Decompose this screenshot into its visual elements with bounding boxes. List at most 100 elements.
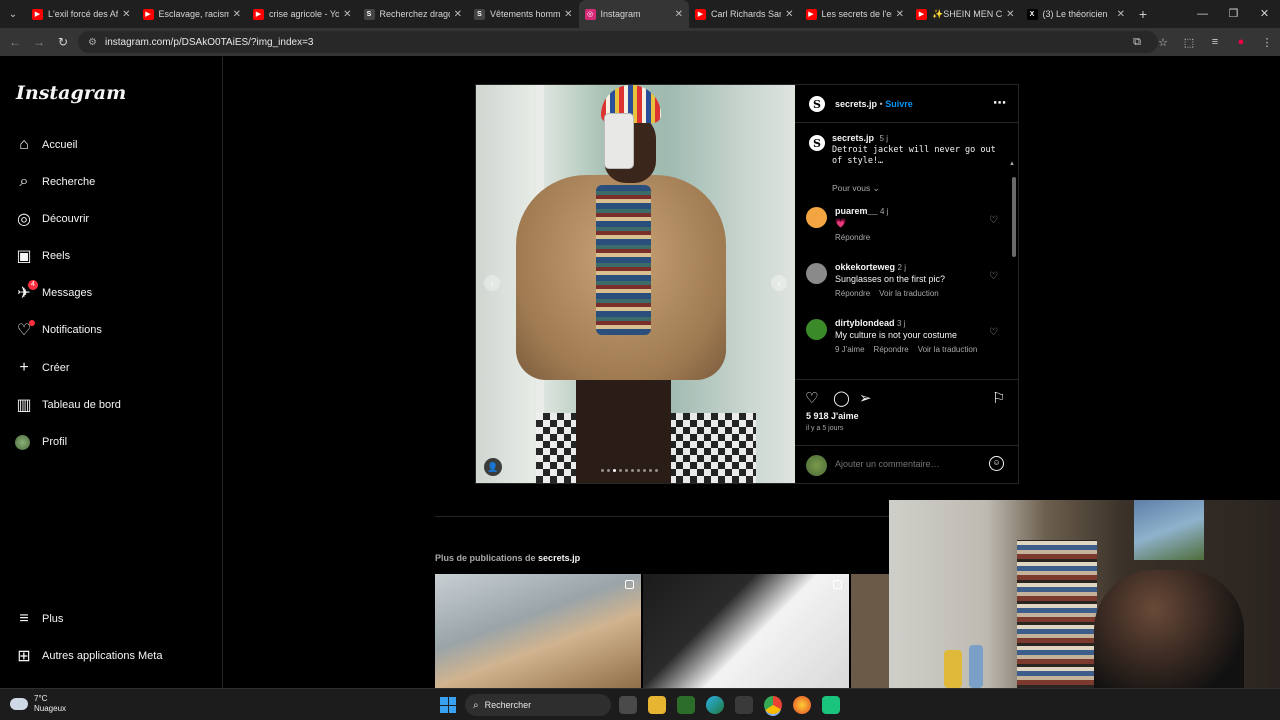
browser-tab[interactable]: ▶ Carl Richards Sam ✕ xyxy=(689,0,800,28)
comment-action-link[interactable]: Voir la traduction xyxy=(879,289,939,298)
file-explorer-icon[interactable] xyxy=(648,696,666,714)
pour-vous-dropdown[interactable]: Pour vous ⌄ xyxy=(832,183,880,194)
author-avatar[interactable]: S xyxy=(809,96,825,112)
comments-scrollbar[interactable]: ▲ ▼ xyxy=(1009,161,1016,379)
more-post-thumbnail[interactable] xyxy=(851,574,891,688)
sidebar-item[interactable]: ⊞ Autres applications Meta xyxy=(15,644,162,668)
comment-avatar[interactable] xyxy=(806,207,827,228)
edge-icon[interactable] xyxy=(706,696,724,714)
weather-widget[interactable]: 7°C Nuageux xyxy=(10,694,66,714)
more-posts-username[interactable]: secrets.jp xyxy=(538,553,580,563)
xbox-icon[interactable] xyxy=(677,696,695,714)
task-view-icon[interactable] xyxy=(619,696,637,714)
caption-username[interactable]: secrets.jp xyxy=(832,133,874,143)
url-bar[interactable]: ⚙ instagram.com/p/DSAkO0TAiES/?img_index… xyxy=(78,31,1158,53)
browser-tab[interactable]: ▶ ✨SHEIN MEN C ✕ xyxy=(910,0,1021,28)
carousel-next-button[interactable]: › xyxy=(771,275,787,291)
browser-tab[interactable]: X (3) Le théoricien ✕ xyxy=(1021,0,1132,28)
comment-username[interactable]: okkekorteweg xyxy=(835,262,895,272)
comments-list[interactable]: S secrets.jp 5 j Detroit jacket will nev… xyxy=(795,123,1018,379)
sidebar-item[interactable]: + Créer xyxy=(15,356,69,380)
sidebar-item[interactable]: ♡ Notifications xyxy=(15,318,102,342)
sidebar-item[interactable]: ≡ Plus xyxy=(15,607,63,631)
comment-like-icon[interactable]: ♡ xyxy=(989,215,998,226)
follow-button[interactable]: Suivre xyxy=(885,99,913,109)
maximize-button[interactable]: ❐ xyxy=(1218,0,1249,28)
forward-button[interactable]: → xyxy=(27,35,51,49)
post-photo[interactable]: ‹ › 👤 xyxy=(476,85,795,483)
site-info-icon[interactable]: ⚙ xyxy=(88,37,97,48)
bookmark-star-icon[interactable]: ☆ xyxy=(1150,36,1176,49)
sidebar-item[interactable]: Profil xyxy=(15,430,67,454)
app-icon[interactable] xyxy=(822,696,840,714)
profile-icon[interactable]: ● xyxy=(1228,36,1254,48)
comment-icon[interactable]: ◯ xyxy=(833,389,850,407)
close-window-button[interactable]: ✕ xyxy=(1249,0,1280,28)
taskbar-search[interactable]: ⌕ Rechercher xyxy=(465,694,611,716)
browser-tab[interactable]: ▶ Les secrets de l'er ✕ xyxy=(800,0,911,28)
chrome-icon[interactable] xyxy=(764,696,782,714)
close-tab-icon[interactable]: ✕ xyxy=(233,9,241,20)
browser-menu-icon[interactable]: ⋮ xyxy=(1254,36,1280,49)
comment-avatar[interactable] xyxy=(806,263,827,284)
close-tab-icon[interactable]: ✕ xyxy=(1117,9,1125,20)
tab-search-button[interactable]: ⌄ xyxy=(0,0,26,28)
comment-like-icon[interactable]: ♡ xyxy=(989,327,998,338)
comment-action-link[interactable]: Répondre xyxy=(835,289,870,298)
close-tab-icon[interactable]: ✕ xyxy=(454,9,462,20)
browser-tab[interactable]: ▶ L'exil forcé des Af ✕ xyxy=(26,0,137,28)
more-post-thumbnail[interactable] xyxy=(435,574,641,688)
sidebar-item[interactable]: ◎ Découvrir xyxy=(15,207,89,231)
comment-action-link[interactable]: 9 J'aime xyxy=(835,345,865,354)
new-tab-button[interactable]: + xyxy=(1131,6,1155,22)
like-heart-icon[interactable]: ♡ xyxy=(805,389,818,407)
comment-action-link[interactable]: Répondre xyxy=(874,345,909,354)
minimize-button[interactable]: — xyxy=(1187,0,1218,28)
close-tab-icon[interactable]: ✕ xyxy=(896,9,904,20)
scroll-up-arrow[interactable]: ▲ xyxy=(1009,161,1015,167)
windows-start-icon[interactable] xyxy=(440,697,456,713)
browser-tab[interactable]: ▶ crise agricole - Yo ✕ xyxy=(247,0,358,28)
comment-action-link[interactable]: Répondre xyxy=(835,233,870,242)
firefox-icon[interactable] xyxy=(793,696,811,714)
media-controls-icon[interactable]: ≡ xyxy=(1202,36,1228,48)
browser-tab[interactable]: S Recherchez drago ✕ xyxy=(358,0,469,28)
close-tab-icon[interactable]: ✕ xyxy=(1006,9,1014,20)
author-username[interactable]: secrets.jp xyxy=(835,99,877,109)
close-tab-icon[interactable]: ✕ xyxy=(343,9,351,20)
sidebar-item[interactable]: ▣ Reels xyxy=(15,244,70,268)
close-tab-icon[interactable]: ✕ xyxy=(122,9,130,20)
share-icon[interactable]: ➢ xyxy=(859,389,872,407)
save-bookmark-icon[interactable]: ⚐ xyxy=(992,389,1005,407)
close-tab-icon[interactable]: ✕ xyxy=(785,9,793,20)
close-tab-icon[interactable]: ✕ xyxy=(564,9,572,20)
sidebar-item[interactable]: ⌂ Accueil xyxy=(15,133,77,157)
comment-action-link[interactable]: Voir la traduction xyxy=(918,345,978,354)
close-tab-icon[interactable]: ✕ xyxy=(675,9,683,20)
back-button[interactable]: ← xyxy=(3,35,27,49)
more-post-thumbnail[interactable] xyxy=(643,574,849,688)
instagram-logo[interactable]: Instagram xyxy=(16,82,126,104)
sidebar-item[interactable]: ▥ Tableau de bord xyxy=(15,393,120,417)
sidebar-item[interactable]: ✈ 4 Messages xyxy=(15,280,92,305)
reload-button[interactable]: ↻ xyxy=(51,35,75,49)
comment-input[interactable] xyxy=(835,459,985,469)
install-app-icon[interactable]: ⧉ xyxy=(1124,36,1150,49)
comment-username[interactable]: puarem__ xyxy=(835,206,878,216)
caption-avatar[interactable]: S xyxy=(809,135,825,151)
sidebar-item[interactable]: ⌕ Recherche xyxy=(15,170,96,194)
comment-username[interactable]: dirtyblondead xyxy=(835,318,895,328)
store-icon[interactable] xyxy=(735,696,753,714)
comment-like-icon[interactable]: ♡ xyxy=(989,271,998,282)
emoji-icon[interactable]: ☺ xyxy=(989,456,1004,471)
carousel-prev-button[interactable]: ‹ xyxy=(484,275,500,291)
extensions-icon[interactable]: ⬚ xyxy=(1176,36,1202,49)
scrollbar-thumb[interactable] xyxy=(1012,177,1016,257)
comment-avatar[interactable] xyxy=(806,319,827,340)
tagged-user-icon[interactable]: 👤 xyxy=(484,458,502,476)
more-options-icon[interactable]: ⋯ xyxy=(993,95,1006,111)
browser-tab[interactable]: ◎ Instagram ✕ xyxy=(578,0,689,28)
likes-count[interactable]: 5 918 J'aime xyxy=(806,411,859,421)
browser-tab[interactable]: S Vêtements homm ✕ xyxy=(468,0,579,28)
browser-tab[interactable]: ▶ Esclavage, racism ✕ xyxy=(137,0,248,28)
